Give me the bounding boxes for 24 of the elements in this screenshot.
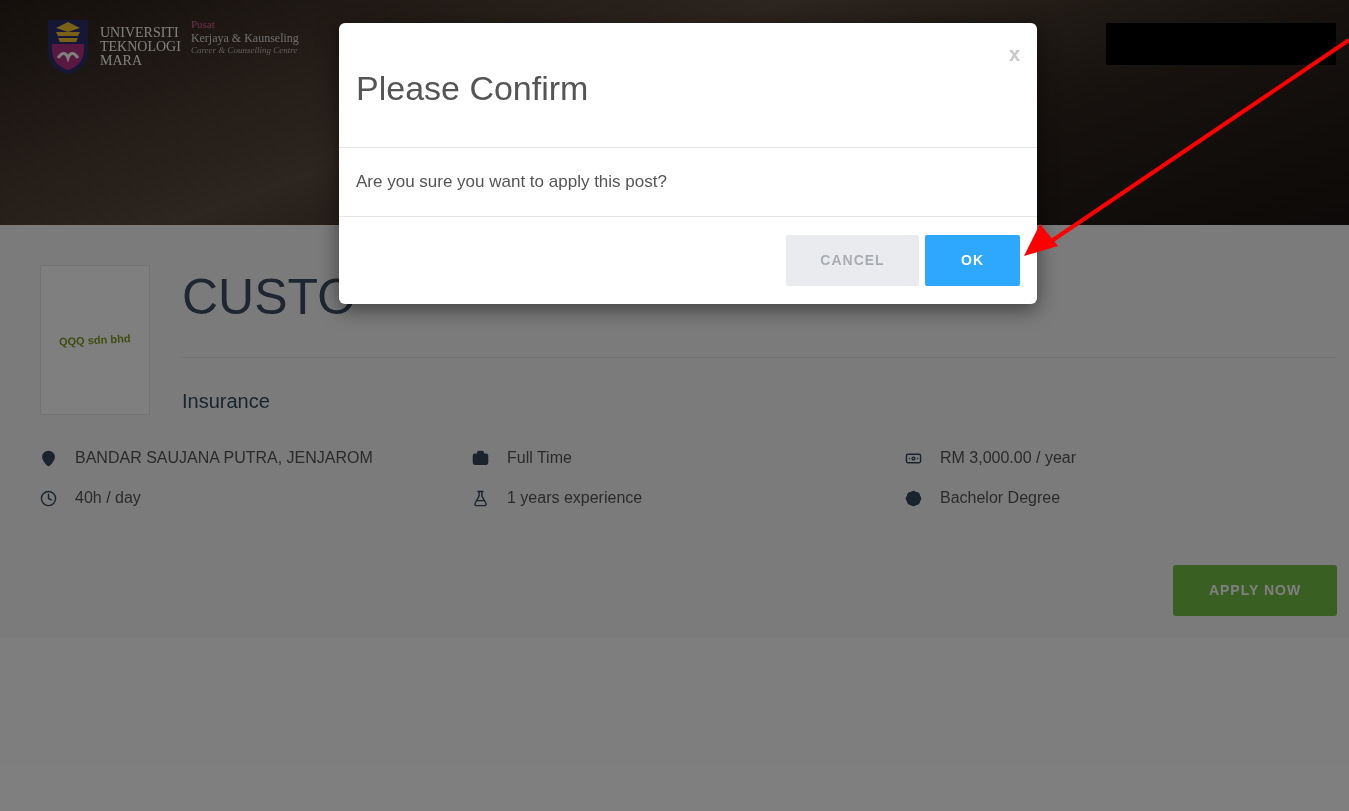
- dialog-message: Are you sure you want to apply this post?: [356, 171, 667, 194]
- detail-text: Full Time: [507, 448, 572, 468]
- detail-text: 40h / day: [75, 488, 141, 508]
- detail-text: Bachelor Degree: [940, 488, 1061, 508]
- university-name-line: UNIVERSITI: [100, 26, 180, 40]
- centre-prefix: Pusat: [190, 18, 216, 31]
- university-name-line: TEKNOLOGI: [100, 40, 181, 54]
- briefcase-icon: [472, 449, 489, 467]
- detail-text: BANDAR SAUJANA PUTRA, JENJAROM: [75, 448, 373, 468]
- clock-icon: [40, 489, 57, 507]
- detail-text: 1 years experience: [507, 488, 643, 508]
- dialog-title: Please Confirm: [356, 69, 589, 107]
- seal-icon: [905, 489, 922, 507]
- flask-icon: [472, 489, 489, 507]
- cancel-button[interactable]: CANCEL: [786, 235, 919, 286]
- job-category: Insurance: [182, 389, 271, 414]
- detail-text: RM 3,000.00 / year: [940, 448, 1077, 468]
- centre-name: Kerjaya & Kaunseling: [190, 31, 299, 45]
- map-pin-icon: [40, 449, 57, 467]
- company-logo-text: QQQ sdn bhd: [58, 330, 132, 350]
- apply-now-button[interactable]: APPLY NOW: [1173, 565, 1337, 616]
- ok-button[interactable]: OK: [925, 235, 1020, 286]
- university-crest-icon: [46, 18, 90, 76]
- university-name-line: MARA: [100, 54, 143, 68]
